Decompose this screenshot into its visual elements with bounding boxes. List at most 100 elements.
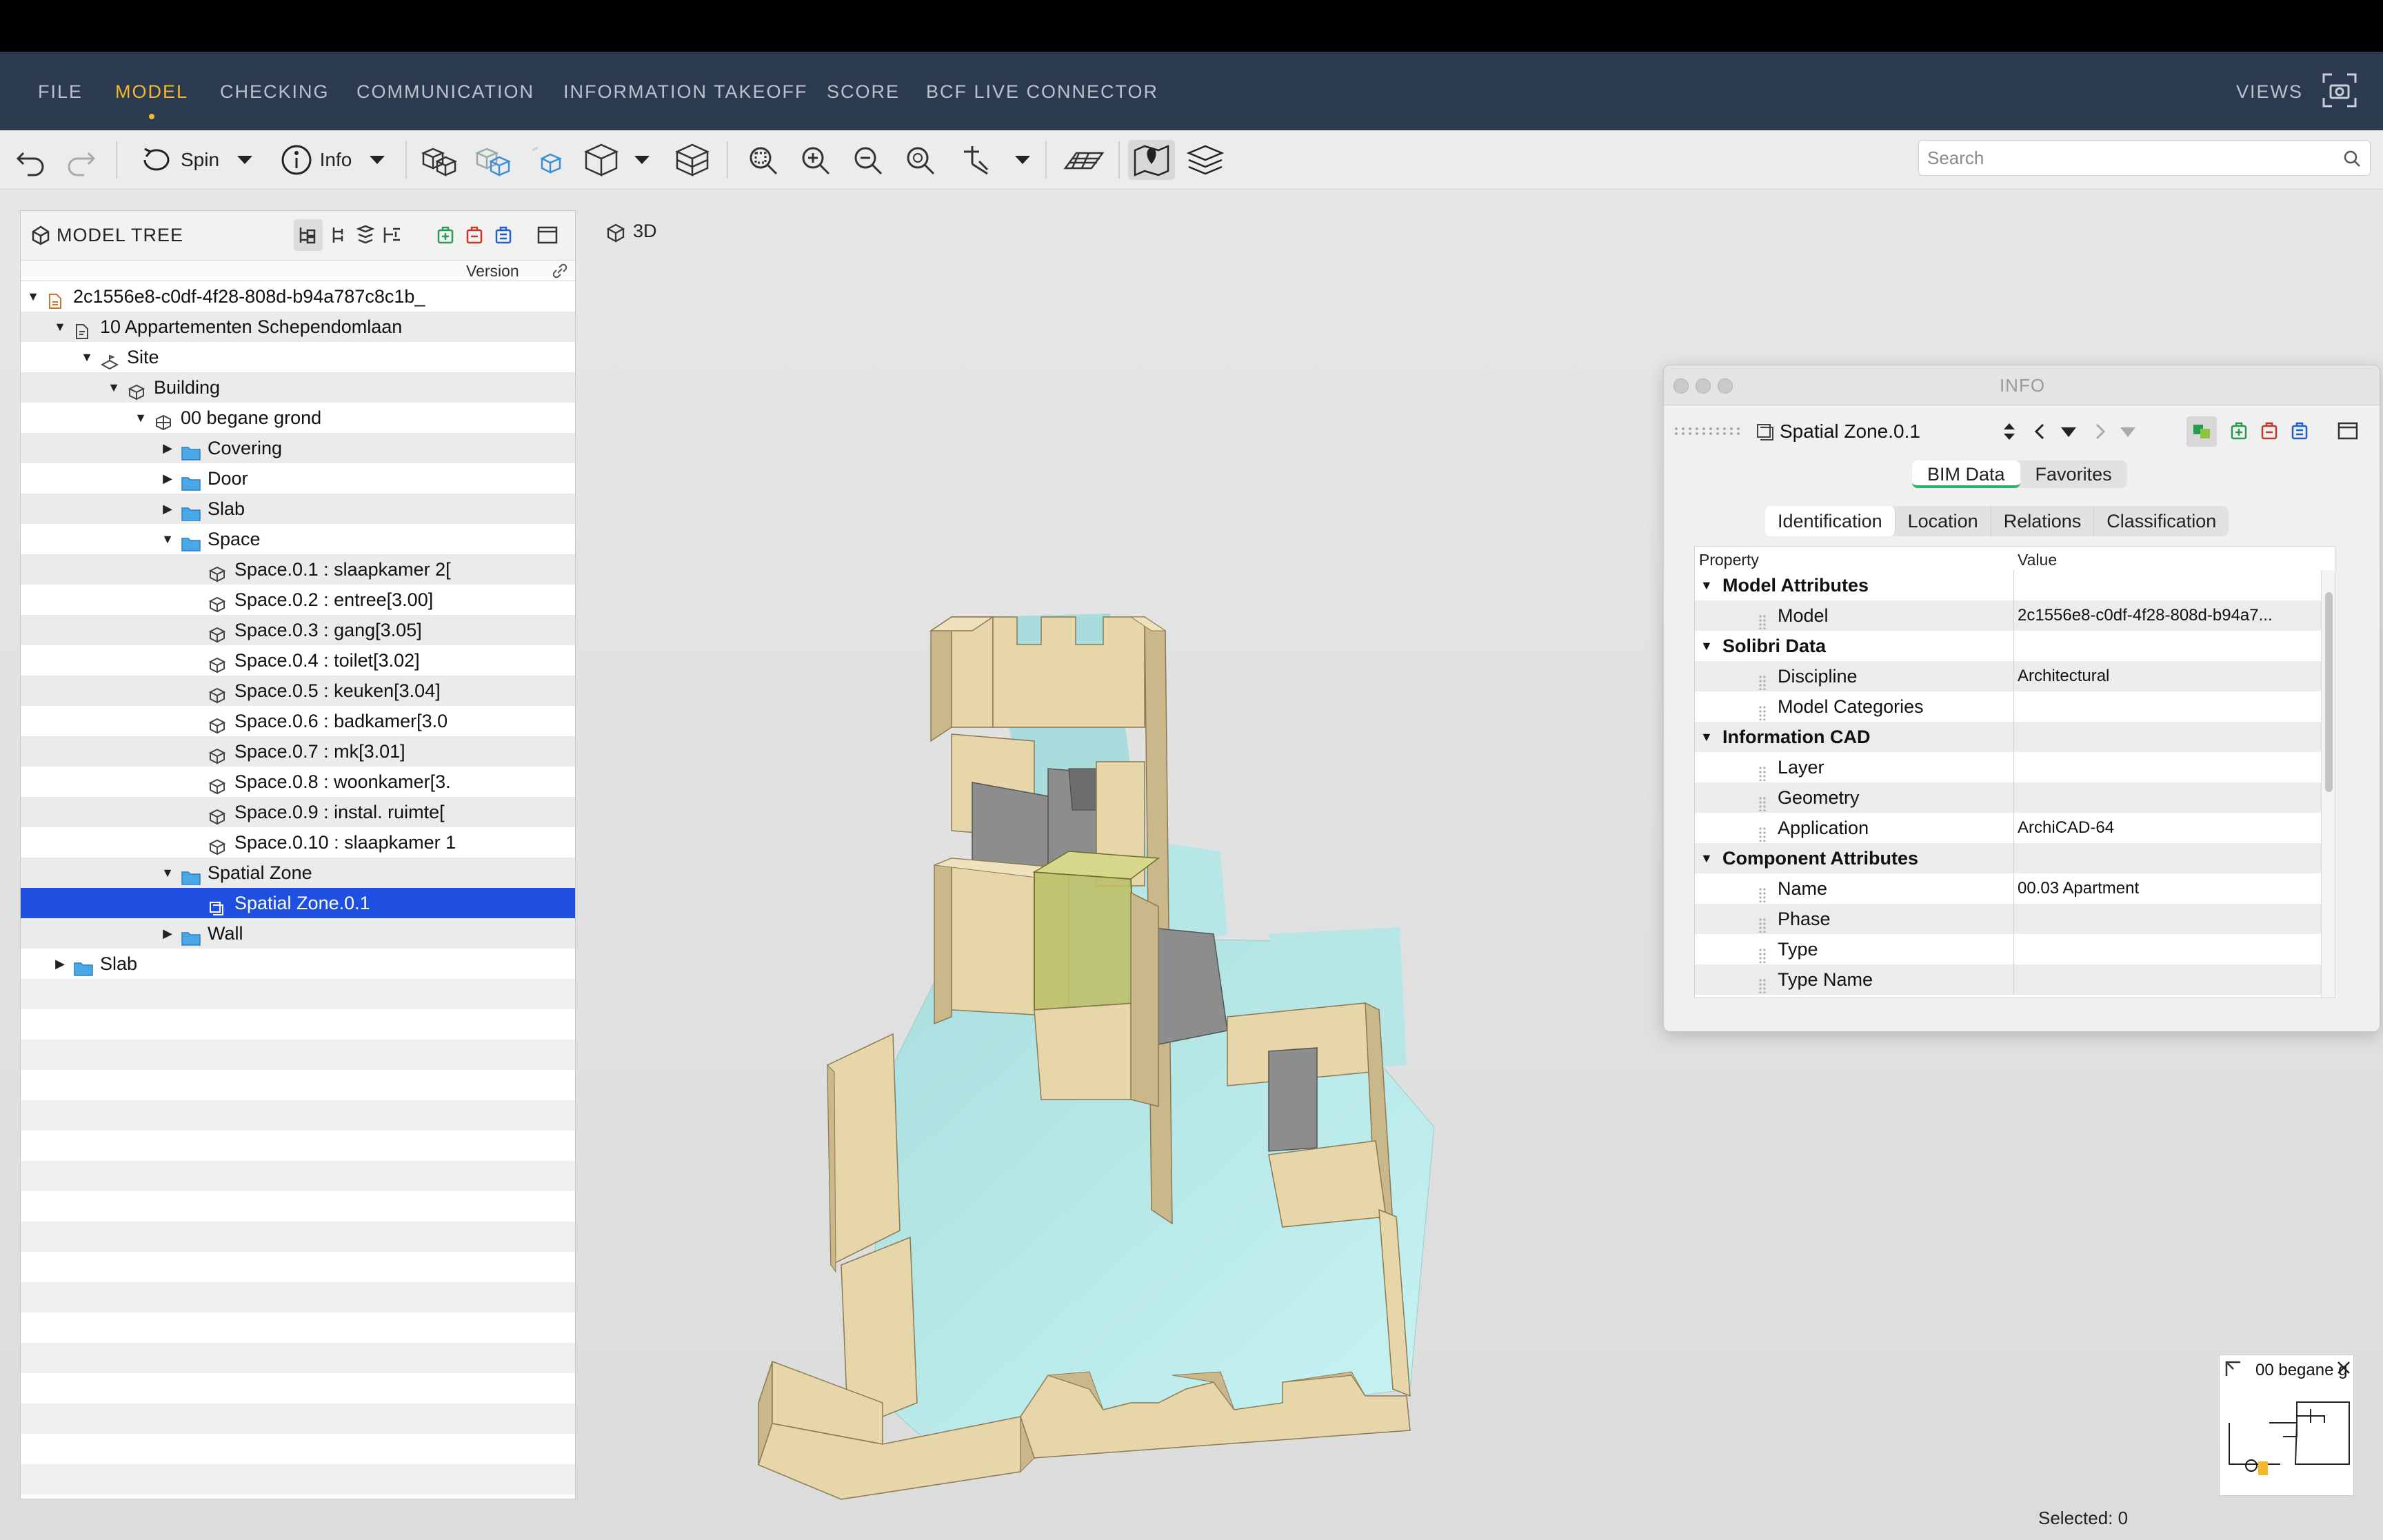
sync-selection-button[interactable] (2186, 416, 2217, 447)
chevron-down-icon[interactable] (2060, 426, 2078, 438)
basket-set-icon[interactable] (494, 225, 513, 245)
basket-add-icon[interactable] (436, 225, 455, 245)
tree-row[interactable]: Space.0.2 : entree[3.00] (21, 585, 575, 615)
3d-model-viewport[interactable] (745, 410, 1462, 1506)
property-group-row[interactable]: ▼ Component Attributes (1695, 843, 2335, 873)
tree-row[interactable]: ▼ Spatial Zone (21, 858, 575, 888)
drag-grip-icon[interactable] (1758, 820, 1767, 842)
drag-grip-icon[interactable] (1758, 790, 1767, 812)
hide-selected-button[interactable] (472, 140, 516, 180)
menu-checking[interactable]: CHECKING (220, 79, 330, 104)
undo-button[interactable] (10, 140, 51, 180)
search-box[interactable] (1918, 140, 2371, 176)
tree-row[interactable]: ▼ Building (21, 372, 575, 403)
tree-row[interactable]: Space.0.7 : mk[3.01] (21, 736, 575, 767)
redo-button[interactable] (61, 140, 102, 180)
next-icon[interactable] (2093, 422, 2108, 441)
property-row[interactable]: Type Name (1695, 964, 2335, 995)
group-collapse-icon[interactable]: ▼ (1700, 843, 1713, 873)
wall-segment[interactable] (1034, 1002, 1145, 1100)
expand-arrow-open-icon[interactable]: ▼ (80, 342, 94, 372)
wall-segment[interactable] (951, 616, 994, 728)
tree-row[interactable]: ▼ 10 Appartementen Schependomlaan (21, 312, 575, 342)
box-view-button[interactable] (579, 140, 623, 180)
close-icon[interactable] (2335, 1359, 2352, 1376)
drag-grip-icon[interactable] (1758, 760, 1767, 782)
drag-grip-icon[interactable] (1758, 608, 1767, 630)
property-row[interactable]: Geometry (1695, 782, 2335, 813)
wall-segment[interactable] (1130, 891, 1159, 1107)
basket-set-icon[interactable] (2290, 421, 2309, 441)
tree-level-icon[interactable] (330, 225, 349, 245)
zoom-in-button[interactable] (793, 140, 837, 180)
tab-bim-data[interactable]: BIM Data (1912, 460, 2020, 488)
tree-type-icon[interactable] (356, 225, 375, 245)
show-all-button[interactable] (418, 140, 462, 180)
basket-remove-icon[interactable] (2260, 421, 2279, 441)
tab-identification[interactable]: Identification (1765, 506, 1896, 536)
drag-grip-icon[interactable] (1758, 699, 1767, 721)
tree-row[interactable]: ▼ Space (21, 524, 575, 554)
section-box-button[interactable] (670, 140, 714, 180)
tree-row[interactable]: Spatial Zone.0.1 (21, 888, 575, 918)
tab-relations[interactable]: Relations (1991, 506, 2095, 536)
tree-view-hierarchy-button[interactable] (294, 219, 323, 251)
search-icon[interactable] (2342, 149, 2362, 168)
wall-segment[interactable] (930, 616, 952, 742)
drag-grip-icon[interactable] (1758, 972, 1767, 994)
property-row[interactable]: Layer (1695, 752, 2335, 782)
expand-arrow-open-icon[interactable]: ▼ (161, 858, 174, 888)
tree-row[interactable]: ▶ Door (21, 463, 575, 494)
panel-layout-icon[interactable] (2337, 421, 2359, 441)
menu-model[interactable]: MODEL (115, 79, 188, 119)
value-column-header[interactable]: Value (2018, 551, 2057, 569)
property-scrollbar-thumb[interactable] (2325, 592, 2333, 792)
wall-segment[interactable] (827, 1033, 901, 1266)
drag-grip-icon[interactable] (1758, 669, 1767, 691)
group-collapse-icon[interactable]: ▼ (1700, 631, 1713, 661)
tree-row[interactable]: Space.0.1 : slaapkamer 2[ (21, 554, 575, 585)
tree-row[interactable]: ▶ Wall (21, 918, 575, 949)
zoom-selected-button[interactable] (898, 140, 942, 180)
menu-communication[interactable]: COMMUNICATION (356, 79, 534, 104)
property-group-row[interactable]: ▼ Solibri Data (1695, 631, 2335, 661)
info-mode-dropdown[interactable]: Info (274, 140, 393, 180)
zoom-fit-button[interactable] (741, 140, 785, 180)
tree-row[interactable]: Space.0.5 : keuken[3.04] (21, 676, 575, 706)
property-row[interactable]: Application ArchiCAD-64 (1695, 813, 2335, 843)
expand-arrow-closed-icon[interactable]: ▶ (53, 949, 67, 979)
slice-tool-button[interactable] (954, 140, 998, 180)
expand-arrow-open-icon[interactable]: ▼ (53, 312, 67, 342)
expand-arrow-closed-icon[interactable]: ▶ (161, 494, 174, 524)
tree-row[interactable]: ▶ Slab (21, 494, 575, 524)
property-row[interactable]: Name 00.03 Apartment (1695, 873, 2335, 904)
tree-row[interactable]: ▼ Site (21, 342, 575, 372)
expand-arrow-open-icon[interactable]: ▼ (26, 281, 40, 312)
tree-location-icon[interactable] (382, 225, 403, 245)
wall-segment[interactable] (992, 616, 1145, 728)
tab-location[interactable]: Location (1896, 506, 1991, 536)
property-row[interactable]: Type (1695, 934, 2335, 964)
tree-row[interactable]: Space.0.6 : badkamer[3.0 (21, 706, 575, 736)
link-icon[interactable] (552, 263, 568, 279)
drag-grip-icon[interactable] (1758, 881, 1767, 903)
view-dropdown[interactable] (630, 140, 654, 180)
floor-minimap[interactable]: 00 begane g (2219, 1355, 2354, 1496)
tab-classification[interactable]: Classification (2094, 506, 2229, 536)
wall-segment[interactable] (758, 1416, 1021, 1500)
door-opening[interactable] (1268, 1047, 1318, 1152)
expand-arrow-closed-icon[interactable]: ▶ (161, 463, 174, 494)
expand-arrow-closed-icon[interactable]: ▶ (161, 918, 174, 949)
expand-arrow-open-icon[interactable]: ▼ (134, 403, 148, 433)
zoom-out-button[interactable] (845, 140, 889, 180)
tree-row[interactable]: Space.0.4 : toilet[3.02] (21, 645, 575, 676)
property-row[interactable]: Phase (1695, 904, 2335, 934)
version-column-header[interactable]: Version (466, 262, 519, 281)
menu-file[interactable]: FILE (38, 79, 83, 104)
tree-row[interactable]: Space.0.3 : gang[3.05] (21, 615, 575, 645)
expand-arrow-closed-icon[interactable]: ▶ (161, 433, 174, 463)
wall-segment[interactable] (1268, 1140, 1387, 1228)
menu-information-takeoff[interactable]: INFORMATION TAKEOFF (563, 79, 808, 104)
info-title-bar[interactable]: INFO (1664, 365, 2380, 405)
menu-bcf-live-connector[interactable]: BCF LIVE CONNECTOR (926, 79, 1158, 104)
